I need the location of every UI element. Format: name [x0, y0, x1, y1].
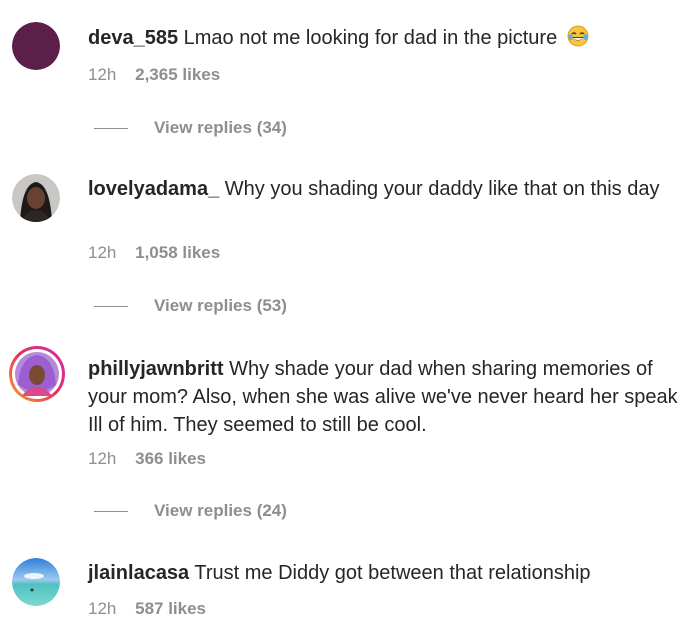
- replies-divider: [94, 305, 128, 307]
- view-replies-button[interactable]: View replies (53): [94, 295, 287, 317]
- comment-likes[interactable]: 2,365 likes: [135, 65, 220, 84]
- avatar[interactable]: [12, 558, 60, 606]
- comment-meta: 12h 2,365 likes: [88, 64, 220, 86]
- comment-likes[interactable]: 587 likes: [135, 599, 206, 618]
- comment-likes[interactable]: 1,058 likes: [135, 243, 220, 262]
- comment-text: phillyjawnbritt Why shade your dad when …: [88, 355, 680, 439]
- comment-time: 12h: [88, 65, 117, 84]
- face-with-tears-of-joy-icon: [567, 25, 589, 55]
- view-replies-button[interactable]: View replies (34): [94, 117, 287, 139]
- comment-time: 12h: [88, 599, 117, 618]
- comment-text: deva_585 Lmao not me looking for dad in …: [88, 24, 680, 55]
- comment-body: Why you shading your daddy like that on …: [224, 178, 660, 200]
- avatar[interactable]: [12, 22, 60, 70]
- avatar[interactable]: [12, 174, 60, 222]
- replies-divider: [94, 127, 128, 129]
- comment-username[interactable]: deva_585: [88, 27, 178, 49]
- avatar-story-ring[interactable]: [8, 345, 66, 403]
- view-replies-label: View replies (34): [154, 118, 287, 137]
- comment-meta: 12h 587 likes: [88, 598, 206, 620]
- comment-text: lovelyadama_ Why you shading your daddy …: [88, 175, 680, 203]
- avatar-image: [12, 174, 60, 222]
- comment-username[interactable]: jlainlacasa: [88, 562, 189, 584]
- avatar-image: [9, 346, 65, 402]
- comment-username[interactable]: phillyjawnbritt: [88, 358, 224, 380]
- comment-username[interactable]: lovelyadama_: [88, 178, 219, 200]
- comment-time: 12h: [88, 449, 117, 468]
- comment-time: 12h: [88, 243, 117, 262]
- comment-body: Lmao not me looking for dad in the pictu…: [183, 27, 558, 49]
- comment-likes[interactable]: 366 likes: [135, 449, 206, 468]
- avatar-image: [12, 22, 60, 70]
- comment-meta: 12h 366 likes: [88, 448, 206, 470]
- comment-text: jlainlacasa Trust me Diddy got between t…: [88, 559, 680, 587]
- view-replies-label: View replies (24): [154, 501, 287, 520]
- view-replies-button[interactable]: View replies (24): [94, 500, 287, 522]
- comment-body: Trust me Diddy got between that relation…: [194, 562, 591, 584]
- avatar-image: [12, 558, 60, 606]
- comment-meta: 12h 1,058 likes: [88, 242, 220, 264]
- replies-divider: [94, 510, 128, 512]
- view-replies-label: View replies (53): [154, 296, 287, 315]
